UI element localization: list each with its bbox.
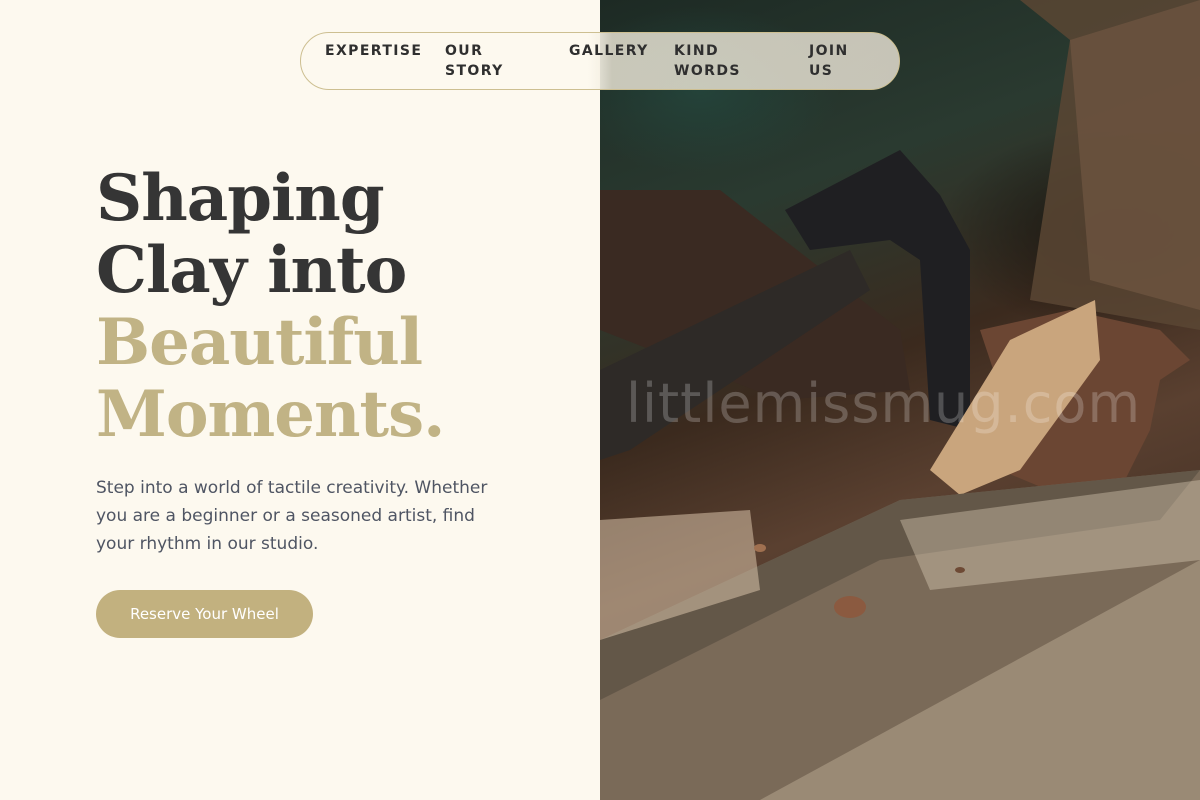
- nav-label-line2: US: [809, 63, 834, 79]
- hero-headline: Shaping Clay into Beautiful Moments.: [96, 161, 445, 452]
- watermark-text: littlemissmug.com: [626, 372, 1142, 435]
- nav-item-join-us[interactable]: JOIN US: [809, 41, 849, 81]
- nav-label-line1: GALLERY: [569, 43, 649, 59]
- headline-line: Clay into: [96, 233, 407, 308]
- nav-label-line2: WORDS: [674, 63, 741, 79]
- headline-accent-line: Moments.: [96, 377, 445, 452]
- hero-intro-text: Step into a world of tactile creativity.…: [96, 478, 488, 554]
- headline-accent-line: Beautiful: [96, 305, 423, 380]
- nav-label-line1: OUR: [445, 43, 484, 59]
- nav-label-line1: EXPERTISE: [325, 43, 423, 59]
- nav-item-gallery[interactable]: GALLERY: [569, 41, 649, 61]
- nav-label-line1: JOIN: [809, 43, 849, 59]
- nav-label-line2: STORY: [445, 63, 504, 79]
- top-navigation: EXPERTISE OUR STORY GALLERY KIND WORDS J…: [300, 32, 900, 90]
- reserve-wheel-button[interactable]: Reserve Your Wheel: [96, 590, 313, 638]
- nav-label-line1: KIND: [674, 43, 719, 59]
- headline-line: Shaping: [96, 161, 385, 236]
- nav-item-expertise[interactable]: EXPERTISE: [325, 41, 422, 61]
- nav-item-kind-words[interactable]: KIND WORDS: [674, 41, 741, 81]
- nav-item-our-story[interactable]: OUR STORY: [445, 41, 504, 81]
